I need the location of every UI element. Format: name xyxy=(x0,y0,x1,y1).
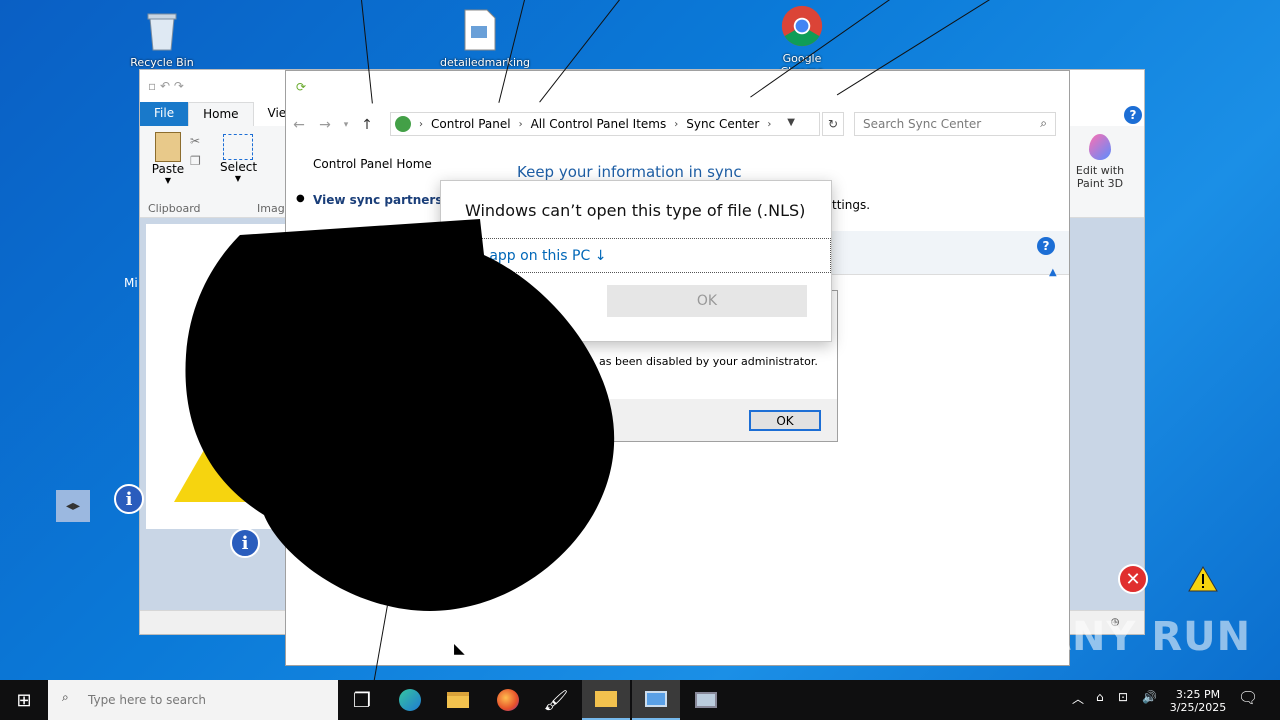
forward-arrow-icon[interactable]: → xyxy=(312,113,338,137)
taskbar: ⊞ ⌕ Type here to search ❐ 🖌 ︿ ⌂ ⊡ 🔊 3:25… xyxy=(0,680,1280,720)
partnerships-header-band: ? ▲ xyxy=(831,231,1069,278)
taskbar-clock[interactable]: 3:25 PM 3/25/2025 xyxy=(1168,688,1228,714)
recent-chevron-icon[interactable]: ▾ xyxy=(338,113,354,137)
tab-home[interactable]: Home xyxy=(188,102,254,126)
control-panel-icon xyxy=(395,116,411,132)
address-bar[interactable]: › Control Panel › All Control Panel Item… xyxy=(390,112,820,136)
edge-icon[interactable] xyxy=(386,680,434,720)
admin-message: as been disabled by your administrator. xyxy=(599,355,818,368)
search-icon: ⌕ xyxy=(1040,116,1047,130)
edit-with-paint3d-button[interactable]: Edit with Paint 3D xyxy=(1068,134,1132,190)
info-icon: i xyxy=(230,528,260,558)
back-arrow-icon[interactable]: ← xyxy=(286,113,312,137)
search-input[interactable]: Search Sync Center ⌕ xyxy=(854,112,1056,136)
breadcrumb-sync-center[interactable]: Sync Center xyxy=(686,117,759,131)
taskbar-search-input[interactable]: ⌕ Type here to search xyxy=(48,680,338,720)
network-icon[interactable]: ⊡ xyxy=(1118,690,1128,704)
breadcrumb-separator-icon: › xyxy=(674,118,679,130)
chevron-down-icon[interactable]: ▼ xyxy=(787,117,795,128)
select-icon xyxy=(223,134,253,160)
copy-icon[interactable]: ❐ xyxy=(190,154,201,168)
clock-date: 3/25/2025 xyxy=(1169,701,1227,714)
ok-button-disabled[interactable]: OK xyxy=(607,285,807,317)
resize-arrows-icon: ◂▸ xyxy=(56,490,90,522)
select-button[interactable]: Select ▼ xyxy=(220,134,258,183)
paste-button[interactable]: Paste ▼ xyxy=(148,132,188,185)
ok-button[interactable]: OK xyxy=(749,410,821,431)
breadcrumb-all-items[interactable]: All Control Panel Items xyxy=(531,117,667,131)
desktop-icon-recycle-bin[interactable]: Recycle Bin xyxy=(122,8,202,69)
task-view-icon[interactable]: ❐ xyxy=(338,680,386,720)
quick-access-icon: ▫ ↶ ↷ xyxy=(148,79,184,93)
warning-icon xyxy=(1188,566,1218,592)
edit-paint3d-label-1: Edit with xyxy=(1075,164,1125,177)
clipboard-icon xyxy=(155,132,181,162)
control-panel-home-link[interactable]: Control Panel Home xyxy=(313,157,432,171)
file-explorer-icon[interactable] xyxy=(434,680,482,720)
breadcrumb-separator-icon: › xyxy=(518,118,523,130)
collapse-chevron-icon[interactable]: ▲ xyxy=(1049,267,1057,278)
help-icon[interactable]: ? xyxy=(1124,106,1142,124)
page-title: Keep your information in sync xyxy=(517,163,742,181)
chevron-down-icon: ▼ xyxy=(164,176,172,185)
recycle-bin-icon xyxy=(140,8,184,52)
windows-start-icon[interactable]: ⊞ xyxy=(0,680,48,720)
document-icon xyxy=(458,8,502,52)
breadcrumb-separator-icon: › xyxy=(419,118,423,130)
address-row: ← → ▾ ↑ › Control Panel › All Control Pa… xyxy=(286,111,1069,139)
anyrun-watermark: ANY RUN xyxy=(1040,614,1252,660)
paint-taskbar-icon[interactable]: 🖌 xyxy=(532,680,580,720)
control-panel-taskbar-icon[interactable] xyxy=(632,680,680,720)
clipboard-group-label: Clipboard xyxy=(148,202,201,215)
bullet-icon: ● xyxy=(296,193,305,204)
error-icon: ✕ xyxy=(1118,564,1148,594)
clock-time: 3:25 PM xyxy=(1175,688,1221,701)
cut-icon[interactable]: ✂ xyxy=(190,134,200,148)
up-arrow-icon[interactable]: ↑ xyxy=(354,113,380,137)
help-icon[interactable]: ? xyxy=(1037,237,1055,255)
volume-icon[interactable]: 🔊 xyxy=(1142,690,1157,704)
settings-text-fragment: ttings. xyxy=(832,198,871,212)
tab-file[interactable]: File xyxy=(140,102,189,126)
chevron-down-icon: ▼ xyxy=(234,174,242,183)
mouse-cursor-icon: ◣ xyxy=(454,641,465,657)
breadcrumb-control-panel[interactable]: Control Panel xyxy=(431,117,511,131)
sync-titlebar[interactable]: ⟳ xyxy=(286,71,1069,103)
sync-center-icon: ⟳ xyxy=(296,80,307,94)
search-icon: ⌕ xyxy=(62,690,69,704)
paint3d-icon xyxy=(1089,134,1111,160)
firefox-icon[interactable] xyxy=(484,680,532,720)
tray-app-icon[interactable]: ⌂ xyxy=(1096,690,1104,704)
taskbar-search-placeholder: Type here to search xyxy=(88,693,206,707)
refresh-icon[interactable]: ↻ xyxy=(822,112,844,136)
tray-chevron-up-icon[interactable]: ︿ xyxy=(1072,690,1084,707)
desktop-icon-label: Recycle Bin xyxy=(130,56,194,69)
sync-center-taskbar-icon[interactable] xyxy=(682,680,730,720)
info-icon: i xyxy=(114,484,144,514)
chrome-icon xyxy=(780,4,824,48)
select-label: Select xyxy=(220,160,258,174)
desktop-partial-label: Mi xyxy=(124,276,138,290)
edit-paint3d-label-2: Paint 3D xyxy=(1076,177,1124,190)
explorer-window-taskbar-icon[interactable] xyxy=(582,680,630,720)
notification-icon[interactable]: 🗨 xyxy=(1238,688,1258,707)
search-placeholder: Search Sync Center xyxy=(863,117,982,131)
paste-label: Paste xyxy=(151,162,185,176)
breadcrumb-separator-icon: › xyxy=(767,118,772,130)
